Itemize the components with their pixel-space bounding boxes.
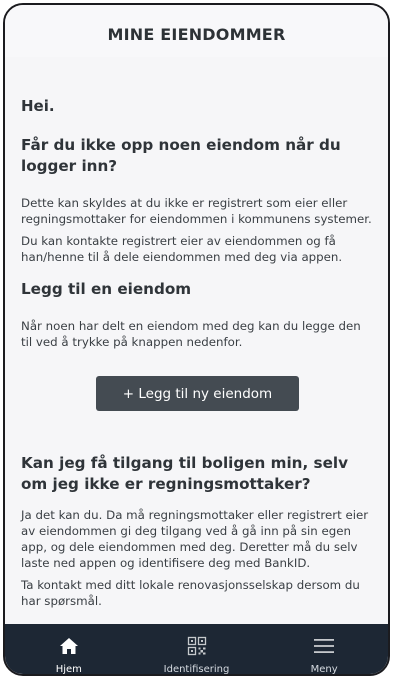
no-property-paragraph-2: Du kan kontakte registrert eier av eiend…: [21, 234, 343, 264]
tab-home-label: Hjem: [55, 664, 82, 675]
add-property-heading: Legg til en eiendom: [21, 280, 192, 298]
no-property-heading: Får du ikke opp noen eiendom når du logg…: [21, 136, 341, 175]
add-property-paragraph: Når noen har delt en eiendom med deg kan…: [21, 319, 361, 349]
add-property-button[interactable]: + Legg til ny eiendom: [96, 376, 299, 411]
tab-identifisering[interactable]: Identifisering: [133, 624, 261, 674]
access-heading: Kan jeg få tilgang til boligen min, selv…: [21, 454, 348, 493]
tab-meny-label: Meny: [310, 664, 338, 675]
page-title: MINE EIENDOMMER: [107, 25, 286, 44]
phone-frame: MINE EIENDOMMER Hei. Får du ikke opp noe…: [3, 3, 390, 676]
greeting-text: Hei.: [21, 97, 55, 115]
access-paragraph-2: Ta kontakt med ditt lokale renovasjonsse…: [21, 578, 360, 608]
add-property-button-container: + Legg til ny eiendom: [21, 376, 374, 411]
tab-meny[interactable]: Meny: [260, 624, 388, 674]
no-property-paragraph-1: Dette kan skyldes at du ikke er registre…: [21, 196, 372, 226]
access-paragraph-1: Ja det kan du. Da må regningsmottaker el…: [21, 508, 369, 570]
tab-home[interactable]: Hjem: [5, 624, 133, 674]
hamburger-menu-icon: [313, 636, 335, 660]
home-icon: [59, 636, 79, 660]
top-header: MINE EIENDOMMER: [5, 5, 388, 57]
main-content[interactable]: Hei. Får du ikke opp noen eiendom når du…: [5, 57, 388, 624]
bottom-tab-bar: Hjem Identifisering Meny: [5, 624, 388, 674]
qr-code-icon: [187, 636, 207, 660]
tab-identifisering-label: Identifisering: [163, 664, 230, 675]
